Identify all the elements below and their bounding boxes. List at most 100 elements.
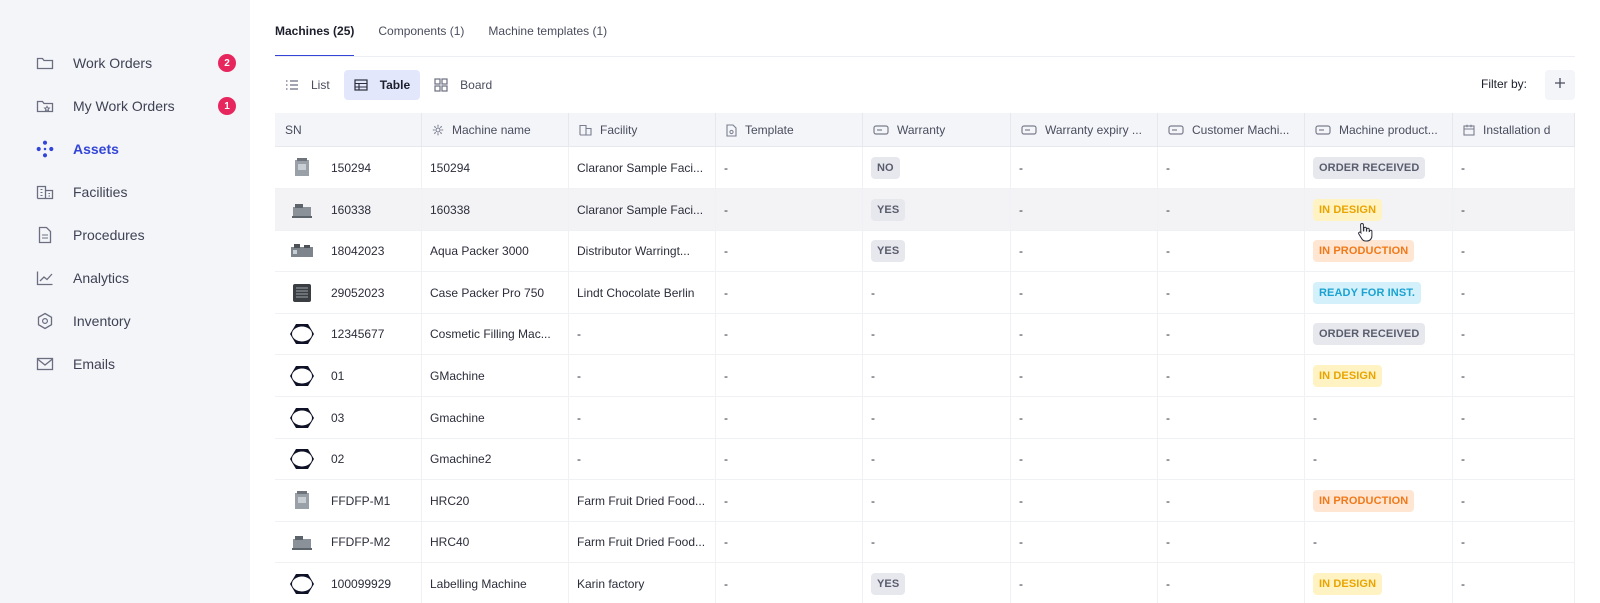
column-header-label: Warranty: [897, 123, 946, 137]
view-table-label: Table: [379, 78, 411, 92]
cell-customer-machine: -: [1158, 438, 1305, 481]
machines-table: SN Machine name Facility Template Warranty Wa…: [275, 113, 1575, 603]
cell-text: -: [577, 452, 581, 467]
cell-installation-date: -: [1453, 313, 1575, 356]
machine-thumbnail: [289, 282, 315, 304]
view-board-button[interactable]: Board: [424, 70, 502, 100]
cell-text: -: [1166, 577, 1170, 591]
cell-machine-name: Aqua Packer 3000: [422, 230, 569, 273]
column-header-label: Machine name: [452, 123, 531, 137]
cell-sn: 150294: [275, 147, 422, 189]
cell-text: -: [1461, 452, 1465, 467]
sidebar-item-assets[interactable]: Assets: [36, 135, 236, 163]
cell-sn: 29052023: [275, 271, 422, 314]
cell-machine-production: ORDER RECEIVED: [1305, 313, 1453, 356]
cell-sn: 01: [275, 355, 422, 397]
table-row[interactable]: 02 Gmachine2 - - - - - - -: [275, 438, 1575, 481]
cell-text: -: [577, 327, 581, 342]
table-row[interactable]: FFDFP-M2 HRC40 Farm Fruit Dried Food... - - -…: [275, 521, 1575, 564]
cell-text: -: [1461, 285, 1465, 300]
cell-text: HRC20: [430, 493, 470, 508]
view-switcher: List Table Board: [275, 70, 506, 100]
sidebar-item-facilities[interactable]: Facilities: [36, 178, 236, 206]
cell-text: -: [871, 369, 875, 383]
column-header-facility[interactable]: Facility: [569, 113, 716, 147]
table-row[interactable]: 100099929 Labelling Machine Karin factory -…: [275, 563, 1575, 603]
column-header-warranty-expiry[interactable]: Warranty expiry ...: [1011, 113, 1158, 147]
sidebar-item-label: Work Orders: [73, 55, 153, 71]
column-header-installation-date[interactable]: Installation d: [1453, 113, 1575, 147]
table-row[interactable]: 01 GMachine - - - - - IN DESIGN -: [275, 355, 1575, 397]
cell-warranty-expiry: -: [1011, 521, 1158, 564]
cell-text: -: [1461, 327, 1465, 342]
add-filter-button[interactable]: [1545, 70, 1575, 100]
view-table-button[interactable]: Table: [343, 70, 421, 100]
table-row[interactable]: 03 Gmachine - - - - - - -: [275, 396, 1575, 439]
column-header-machine-production[interactable]: Machine product...: [1305, 113, 1453, 147]
column-header-customer-machine[interactable]: Customer Machi...: [1158, 113, 1305, 147]
column-header-sn[interactable]: SN: [275, 113, 422, 147]
cell-warranty-expiry: -: [1011, 438, 1158, 481]
list-icon: [285, 79, 299, 91]
warranty-badge: YES: [871, 198, 906, 221]
cell-text: -: [871, 493, 875, 508]
cell-text: -: [724, 535, 728, 550]
cell-machine-name: HRC20: [422, 479, 569, 522]
notification-badge: 1: [218, 97, 236, 115]
sidebar-item-my-work-orders[interactable]: My Work Orders 1: [36, 92, 236, 120]
cell-template: -: [716, 479, 863, 522]
sidebar-item-inventory[interactable]: Inventory: [36, 307, 236, 335]
cell-customer-machine: -: [1158, 355, 1305, 397]
cell-installation-date: -: [1453, 271, 1575, 314]
cell-warranty: YES: [863, 563, 1011, 603]
machine-placeholder-icon: [289, 323, 315, 345]
tab-machines[interactable]: Machines (25): [275, 24, 355, 57]
cell-template: -: [716, 563, 863, 603]
template-icon: [726, 123, 737, 137]
cell-machine-production: -: [1305, 396, 1453, 439]
view-list-button[interactable]: List: [275, 70, 340, 100]
sidebar-item-label: Analytics: [73, 270, 130, 286]
warranty-badge: YES: [871, 573, 906, 595]
view-list-label: List: [311, 78, 330, 92]
app-window: Work Orders 2 My Work Orders 1 Assets Fa…: [0, 0, 1600, 603]
machine-thumbnail: [289, 531, 315, 553]
cell-text: -: [1019, 244, 1023, 259]
cell-text: 29052023: [331, 285, 385, 300]
table-row[interactable]: 12345677 Cosmetic Filling Mac... - - - - - ORDE…: [275, 313, 1575, 356]
table-row[interactable]: 18042023 Aqua Packer 3000 Distributor Warr…: [275, 230, 1575, 273]
table-row[interactable]: FFDFP-M1 HRC20 Farm Fruit Dried Food... - - -…: [275, 479, 1575, 522]
cell-facility: -: [569, 438, 716, 481]
sidebar-item-emails[interactable]: Emails: [36, 350, 236, 378]
cell-text: -: [577, 369, 581, 383]
sidebar-item-procedures[interactable]: Procedures: [36, 221, 236, 249]
cell-text: Gmachine: [430, 410, 485, 425]
table-row[interactable]: 29052023 Case Packer Pro 750 Lindt Chocola…: [275, 271, 1575, 314]
cell-text: -: [1166, 244, 1170, 259]
sidebar-item-work-orders[interactable]: Work Orders 2: [36, 49, 236, 77]
tab-components[interactable]: Components (1): [378, 24, 464, 57]
cell-text: Labelling Machine: [430, 577, 527, 591]
cell-warranty: -: [863, 479, 1011, 522]
cell-text: Lindt Chocolate Berlin: [577, 285, 695, 300]
table-row[interactable]: 150294 150294 Claranor Sample Faci... - NO - -…: [275, 147, 1575, 189]
tab-machine-templates[interactable]: Machine templates (1): [488, 24, 607, 57]
cell-installation-date: -: [1453, 188, 1575, 231]
column-header-template[interactable]: Template: [716, 113, 863, 147]
cell-text: GMachine: [430, 369, 485, 383]
sidebar-item-analytics[interactable]: Analytics: [36, 264, 236, 292]
cell-machine-production: IN PRODUCTION: [1305, 479, 1453, 522]
cell-text: -: [871, 410, 875, 425]
field-icon: [1168, 125, 1184, 135]
cell-facility: -: [569, 396, 716, 439]
cell-installation-date: -: [1453, 147, 1575, 189]
column-header-warranty[interactable]: Warranty: [863, 113, 1011, 147]
asset-tabs: Machines (25) Components (1) Machine tem…: [275, 24, 631, 57]
table-row[interactable]: 160338 160338 Claranor Sample Faci... - YES -…: [275, 188, 1575, 231]
filter-label: Filter by:: [1481, 77, 1528, 91]
cell-facility: Claranor Sample Faci...: [569, 188, 716, 231]
cell-text: -: [1461, 369, 1465, 383]
cell-facility: Farm Fruit Dried Food...: [569, 479, 716, 522]
cell-warranty: NO: [863, 147, 1011, 189]
column-header-machine-name[interactable]: Machine name: [422, 113, 569, 147]
